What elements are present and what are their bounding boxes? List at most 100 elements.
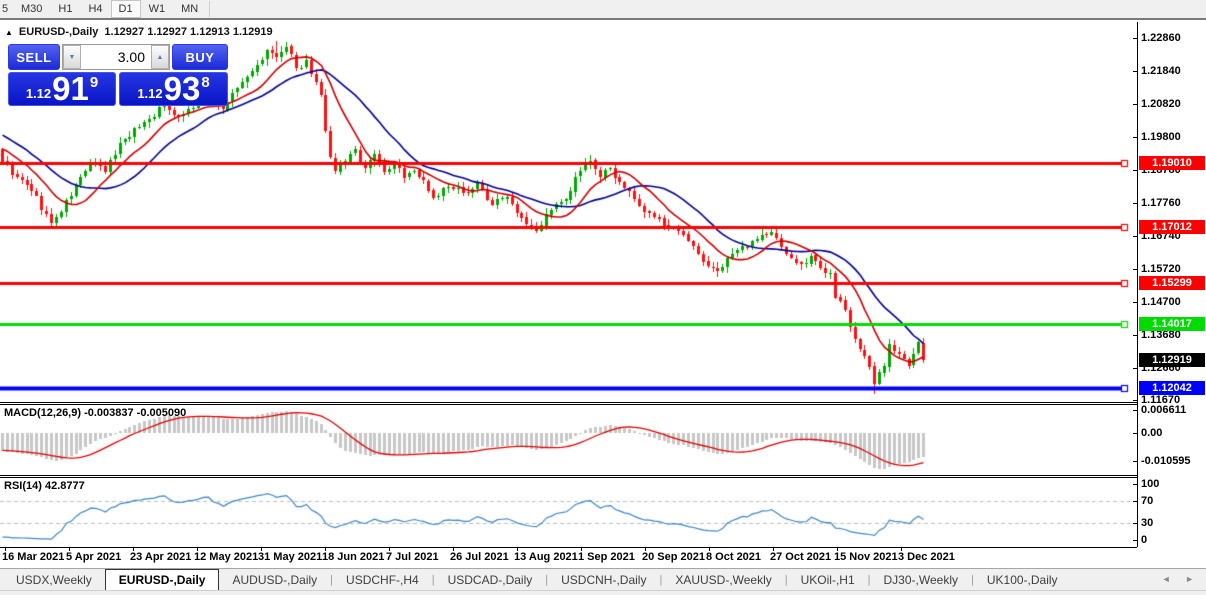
hline-price-label: 1.19010	[1139, 155, 1205, 170]
date-axis-line	[0, 547, 1137, 548]
rsi-axis-tick-mark	[1133, 540, 1137, 541]
macd-indicator-label: MACD(12,26,9) -0.003837 -0.005090	[4, 407, 187, 419]
macd-axis-tick-mark	[1133, 461, 1137, 462]
sell-price-pip: 9	[89, 74, 99, 91]
chart-tab-usdx-weekly[interactable]: USDX,Weekly	[3, 571, 105, 590]
timeframe-toolbar: 5 M30 H1 H4 D1 W1 MN	[0, 0, 1206, 20]
pane-separator[interactable]	[0, 475, 1137, 476]
chart-tab-bar: USDX,Weekly EURUSD-,Daily AUDUSD-,Daily | US…	[0, 568, 1206, 590]
date-label: 1 Sep 2021	[578, 551, 635, 563]
timeframe-button-d1[interactable]: D1	[110, 0, 141, 18]
chart-tab-eurusd-daily[interactable]: EURUSD-,Daily	[104, 569, 220, 590]
price-axis-tick-mark	[1133, 269, 1137, 271]
pane-separator	[0, 404, 1137, 405]
date-label: 7 Jul 2021	[386, 551, 439, 563]
rsi-axis-tick: 70	[1141, 495, 1154, 507]
trading-platform-window: 5 M30 H1 H4 D1 W1 MN ▲ EURUSD-,Daily 1.12927 1…	[0, 0, 1206, 595]
price-axis-tick-mark	[1133, 400, 1137, 402]
hline-price-label: 1.15299	[1139, 275, 1205, 290]
price-axis-tick: 1.14700	[1141, 296, 1181, 309]
toolbar-separator	[209, 1, 211, 17]
volume-input[interactable]	[81, 45, 151, 69]
macd-axis-tick-mark	[1133, 410, 1137, 411]
chart-title-bar: ▲ EURUSD-,Daily 1.12927 1.12927 1.12913 …	[5, 26, 273, 38]
chart-tab-audusd-daily[interactable]: AUDUSD-,Daily	[219, 571, 330, 590]
chart-symbol-title: EURUSD-,Daily	[18, 26, 99, 38]
pane-separator	[0, 477, 1137, 478]
sell-button[interactable]: SELL	[8, 44, 60, 70]
date-label: 12 May 2021	[194, 551, 259, 563]
chart-tab-ukoil-h1[interactable]: UKOil-,H1	[788, 571, 868, 590]
date-label: 31 May 2021	[258, 551, 323, 563]
hline-price-label: 1.12042	[1139, 381, 1205, 396]
tab-scroll-icons[interactable]: ◄ ►	[1162, 574, 1200, 584]
current-price-label: 1.12919	[1139, 352, 1205, 367]
timeframe-button-mn[interactable]: MN	[173, 0, 206, 18]
date-label: 20 Sep 2021	[642, 551, 705, 563]
price-axis-tick-mark	[1133, 71, 1137, 72]
date-label: 18 Jun 2021	[322, 551, 385, 563]
timeframe-button-5[interactable]: 5	[0, 0, 13, 18]
chart-tab-usdcad-daily[interactable]: USDCAD-,Daily	[435, 571, 546, 590]
buy-button[interactable]: BUY	[172, 44, 228, 70]
date-label: 23 Apr 2021	[130, 551, 192, 563]
price-axis-tick: 1.20820	[1141, 98, 1181, 110]
sell-price-prefix: 1.12	[25, 86, 52, 101]
sell-price-big: 91	[52, 70, 89, 107]
price-axis-tick-mark	[1133, 104, 1137, 105]
pane-separator[interactable]	[0, 402, 1137, 403]
chart-tab-dj30-weekly[interactable]: DJ30-,Weekly	[871, 571, 971, 590]
volume-spinner: ▼ ▲	[62, 44, 170, 70]
buy-price-prefix: 1.12	[137, 86, 163, 101]
timeframe-button-w1[interactable]: W1	[141, 0, 174, 18]
chart-tab-usdcnh-daily[interactable]: USDCNH-,Daily	[548, 571, 659, 590]
price-axis-tick-mark	[1133, 38, 1137, 39]
chart-ohlc-values: 1.12927 1.12927 1.12913 1.12919	[104, 26, 273, 38]
chart-tab-usdchf-h4[interactable]: USDCHF-,H4	[333, 571, 432, 590]
rsi-pane-canvas[interactable]	[0, 477, 1137, 547]
volume-increase-icon[interactable]: ▲	[151, 45, 169, 69]
macd-axis-tick: 0.006611	[1141, 404, 1187, 416]
volume-decrease-icon[interactable]: ▼	[63, 45, 81, 69]
hline-price-label: 1.14017	[1139, 317, 1205, 332]
macd-axis-tick: 0.00	[1141, 427, 1163, 439]
rsi-axis-tick-mark	[1133, 523, 1137, 524]
status-strip	[0, 590, 1206, 595]
price-axis-tick-mark	[1133, 236, 1137, 238]
timeframe-button-m30[interactable]: M30	[13, 0, 50, 18]
chart-collapse-icon[interactable]: ▲	[5, 28, 13, 37]
one-click-trading-widget: SELL ▼ ▲ BUY 1.12 91 9 1.12 93 8	[8, 44, 228, 106]
buy-price-big: 93	[163, 70, 201, 107]
hline-price-label: 1.17012	[1139, 220, 1205, 235]
price-axis-line	[1137, 22, 1138, 547]
date-label: 16 Mar 2021	[2, 551, 65, 563]
date-label: 27 Oct 2021	[770, 551, 832, 563]
rsi-axis-tick: 0	[1141, 534, 1148, 546]
rsi-indicator-label: RSI(14) 42.8777	[4, 480, 85, 492]
price-axis-tick: 1.15720	[1141, 263, 1181, 276]
timeframe-button-h1[interactable]: H1	[50, 0, 80, 18]
buy-price-panel[interactable]: 1.12 93 8	[119, 72, 228, 106]
price-axis-tick: 1.17760	[1141, 197, 1181, 210]
macd-axis-tick: -0.010595	[1141, 455, 1191, 467]
price-axis-tick-mark	[1133, 368, 1137, 370]
price-axis-tick: 1.21840	[1141, 65, 1181, 77]
sell-price-panel[interactable]: 1.12 91 9	[8, 72, 116, 106]
price-axis-tick-mark	[1133, 302, 1137, 304]
price-axis-tick-mark	[1133, 170, 1137, 172]
buy-price-pip: 8	[201, 74, 210, 91]
price-axis-tick: 1.19800	[1141, 131, 1181, 144]
chart-tab-uk100-daily[interactable]: UK100-,Daily	[974, 571, 1071, 590]
price-axis-tick-mark	[1133, 335, 1137, 337]
date-label: 8 Oct 2021	[706, 551, 762, 563]
date-label: 5 Apr 2021	[66, 551, 122, 563]
date-label: 13 Aug 2021	[514, 551, 578, 563]
timeframe-button-h4[interactable]: H4	[80, 0, 110, 18]
rsi-axis-tick-mark	[1133, 501, 1137, 502]
date-label: 15 Nov 2021	[834, 551, 898, 563]
chart-tab-xauusd-weekly[interactable]: XAUUSD-,Weekly	[662, 571, 784, 590]
price-axis-tick-mark	[1133, 137, 1137, 139]
price-axis-tick-mark	[1133, 203, 1137, 205]
rsi-axis-tick: 100	[1141, 478, 1160, 490]
date-label: 3 Dec 2021	[898, 551, 955, 563]
